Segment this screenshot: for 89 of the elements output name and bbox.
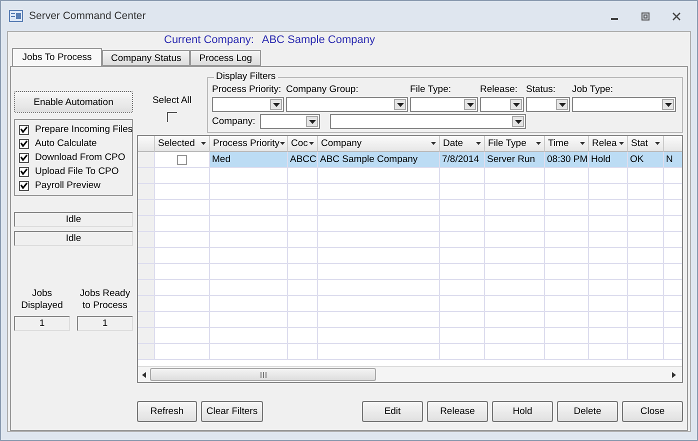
checkbox[interactable] xyxy=(19,152,29,162)
filter-dropdown[interactable] xyxy=(286,97,408,112)
column-header[interactable]: File Type xyxy=(485,136,545,152)
table-cell: N xyxy=(664,152,682,168)
sort-arrow-icon xyxy=(655,142,660,145)
column-header[interactable]: Process Priority xyxy=(210,136,288,152)
sort-arrow-icon xyxy=(580,142,585,145)
tab[interactable]: Jobs To Process xyxy=(12,48,102,66)
toolbar-button[interactable]: Release xyxy=(427,401,488,422)
dropdown-arrow-icon xyxy=(466,102,474,106)
toolbar-button[interactable]: Edit xyxy=(362,401,423,422)
sort-arrow-icon xyxy=(280,142,285,145)
filter-label: Status: xyxy=(526,84,557,95)
filter-label: File Type: xyxy=(410,84,452,95)
status-field: Idle xyxy=(14,212,133,227)
option-label: Payroll Preview xyxy=(35,180,100,191)
select-all-label: Select All xyxy=(152,95,192,106)
enable-automation-button[interactable]: Enable Automation xyxy=(14,91,133,113)
table-cell: 08:30 PM xyxy=(545,152,589,168)
app-icon xyxy=(9,10,23,22)
checkbox[interactable] xyxy=(19,180,29,190)
checkbox[interactable] xyxy=(19,138,29,148)
filter-label: Company: xyxy=(212,116,256,127)
toolbar-button[interactable]: Delete xyxy=(557,401,618,422)
horizontal-scrollbar[interactable] xyxy=(138,366,682,382)
group-title: Display Filters xyxy=(214,71,278,82)
window-title: Server Command Center xyxy=(29,10,146,22)
tab[interactable]: Process Log xyxy=(190,50,262,66)
column-header[interactable]: Time xyxy=(545,136,589,152)
filter-dropdown[interactable] xyxy=(330,114,526,129)
column-header[interactable]: Selected xyxy=(155,136,210,152)
column-header[interactable]: Coc xyxy=(288,136,318,152)
sort-arrow-icon xyxy=(619,142,624,145)
filter-dropdown[interactable] xyxy=(480,97,524,112)
table-cell: OK xyxy=(628,152,664,168)
current-company-label: Current Company: xyxy=(164,34,254,46)
counter-field: 1 xyxy=(14,316,70,331)
column-header[interactable]: Company xyxy=(318,136,440,152)
checkbox[interactable] xyxy=(19,166,29,176)
table-cell: ABC Sample Company xyxy=(318,152,440,168)
select-all-checkbox[interactable] xyxy=(167,112,177,122)
sort-arrow-icon xyxy=(201,142,206,145)
filter-dropdown[interactable] xyxy=(526,97,570,112)
table-cell: 7/8/2014 xyxy=(440,152,485,168)
dropdown-arrow-icon xyxy=(664,102,672,106)
checkbox[interactable] xyxy=(19,124,29,134)
sort-arrow-icon xyxy=(431,142,436,145)
tab[interactable]: Company Status xyxy=(102,50,190,66)
table-cell: Server Run xyxy=(485,152,545,168)
option-label: Auto Calculate xyxy=(35,138,97,149)
table-cell: ABCC xyxy=(288,152,318,168)
sort-arrow-icon xyxy=(309,142,314,145)
column-header[interactable]: Date xyxy=(440,136,485,152)
dropdown-arrow-icon xyxy=(396,102,404,106)
toolbar-button[interactable]: Hold xyxy=(492,401,553,422)
dropdown-arrow-icon xyxy=(514,120,522,124)
column-header[interactable]: Relea xyxy=(589,136,628,152)
dropdown-arrow-icon xyxy=(308,120,316,124)
status-field: Idle xyxy=(14,231,133,246)
filter-dropdown[interactable] xyxy=(260,114,320,129)
counter-label: Jobs Displayed xyxy=(20,288,64,312)
option-label: Download From CPO xyxy=(35,152,126,163)
filter-label: Release: xyxy=(480,84,518,95)
scroll-thumb[interactable] xyxy=(150,368,376,381)
filter-label: Job Type: xyxy=(572,84,614,95)
table-cell: Hold xyxy=(589,152,628,168)
restore-icon[interactable] xyxy=(641,12,650,20)
toolbar-button[interactable]: Clear Filters xyxy=(201,401,263,422)
option-label: Upload File To CPO xyxy=(35,166,119,177)
dropdown-arrow-icon xyxy=(512,102,520,106)
close-icon[interactable] xyxy=(672,12,681,20)
sort-arrow-icon xyxy=(536,142,541,145)
option-label: Prepare Incoming Files xyxy=(35,124,133,135)
filter-dropdown[interactable] xyxy=(212,97,284,112)
table-cell: Med xyxy=(210,152,288,168)
filter-label: Company Group: xyxy=(286,84,360,95)
dropdown-arrow-icon xyxy=(272,102,280,106)
dropdown-arrow-icon xyxy=(558,102,566,106)
toolbar-button[interactable]: Refresh xyxy=(137,401,197,422)
filter-dropdown[interactable] xyxy=(410,97,478,112)
counter-label: Jobs Ready to Process xyxy=(78,288,132,312)
filter-label: Process Priority: xyxy=(212,84,282,95)
row-checkbox[interactable] xyxy=(177,154,187,164)
current-company-value: ABC Sample Company xyxy=(262,34,375,46)
column-header[interactable]: Stat xyxy=(628,136,664,152)
sort-arrow-icon xyxy=(476,142,481,145)
counter-field: 1 xyxy=(77,316,133,331)
toolbar-button[interactable]: Close xyxy=(622,401,683,422)
filter-dropdown[interactable] xyxy=(572,97,676,112)
